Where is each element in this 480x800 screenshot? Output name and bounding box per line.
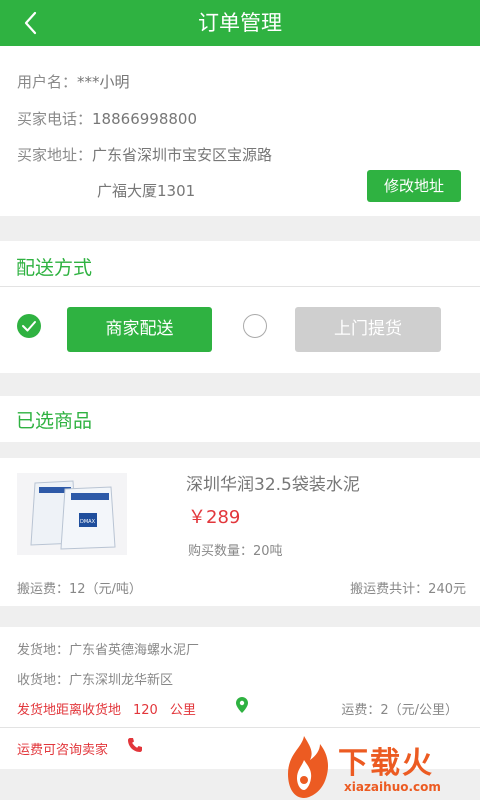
buyer-name-row: 用户名：***小明 <box>17 71 130 92</box>
consult-seller-link[interactable]: 运费可咨询卖家 <box>17 739 108 758</box>
delivery-method-title: 配送方式 <box>16 257 93 279</box>
merchant-delivery-button[interactable]: 商家配送 <box>67 307 212 352</box>
product-card[interactable]: DMAX 深圳华润32.5袋装水泥 ￥289 购买数量：20吨 搬运费：12（元… <box>0 458 480 606</box>
buyer-phone-value: 18866998800 <box>92 110 197 128</box>
watermark-url: xiazaihuo.com <box>344 780 441 794</box>
radio-store-pickup[interactable] <box>243 314 267 338</box>
divider <box>0 727 480 728</box>
app-header: 订单管理 <box>0 0 480 46</box>
edit-address-button[interactable]: 修改地址 <box>367 170 461 202</box>
delivery-method-card: 配送方式 商家配送 上门提货 <box>0 241 480 373</box>
buyer-phone-label: 买家电话： <box>17 110 93 128</box>
divider <box>0 286 480 287</box>
buyer-phone-row: 买家电话：18866998800 <box>17 108 197 129</box>
store-pickup-button[interactable]: 上门提货 <box>295 307 441 352</box>
buyer-address-line2: 广福大厦1301 <box>97 182 196 200</box>
svg-text:DMAX: DMAX <box>80 519 96 525</box>
selected-goods-title: 已选商品 <box>16 410 93 432</box>
phone-icon[interactable] <box>127 737 143 753</box>
product-image: DMAX <box>17 473 127 555</box>
product-quantity: 购买数量：20吨 <box>188 544 283 559</box>
buyer-address-row: 买家地址：广东省深圳市宝安区宝源路 <box>17 144 272 165</box>
buyer-name-value: ***小明 <box>77 73 130 91</box>
cement-bags-image: DMAX <box>17 473 127 555</box>
distance-label: 发货地距离收货地 <box>17 703 122 718</box>
check-icon <box>22 321 36 332</box>
origin-text: 发货地：广东省英德海螺水泥厂 <box>17 643 200 658</box>
distance-value: 120 <box>133 703 158 718</box>
page-title: 订单管理 <box>198 11 282 35</box>
product-price: ￥289 <box>188 507 241 528</box>
radio-merchant-delivery[interactable] <box>17 314 41 338</box>
buyer-name-label: 用户名： <box>17 73 78 91</box>
distance-text: 发货地距离收货地 120 公里 <box>17 699 196 718</box>
selected-goods-header: 已选商品 <box>0 396 480 442</box>
freight-rate: 运费：2（元/公里） <box>341 703 458 718</box>
location-pin-icon[interactable] <box>236 697 248 713</box>
buyer-info-card: 用户名：***小明 买家电话：18866998800 买家地址：广东省深圳市宝安… <box>0 46 480 216</box>
watermark-text: 下载火 <box>338 746 434 781</box>
buyer-address-line1: 广东省深圳市宝安区宝源路 <box>92 146 273 164</box>
destination-text: 收货地：广东深圳龙华新区 <box>17 673 174 688</box>
buyer-address-label: 买家地址： <box>17 146 93 164</box>
distance-unit: 公里 <box>169 703 196 718</box>
handling-fee-unit: 搬运费：12（元/吨） <box>17 582 142 597</box>
product-name: 深圳华润32.5袋装水泥 <box>186 475 360 495</box>
handling-fee-total: 搬运费共计：240元 <box>350 582 466 597</box>
